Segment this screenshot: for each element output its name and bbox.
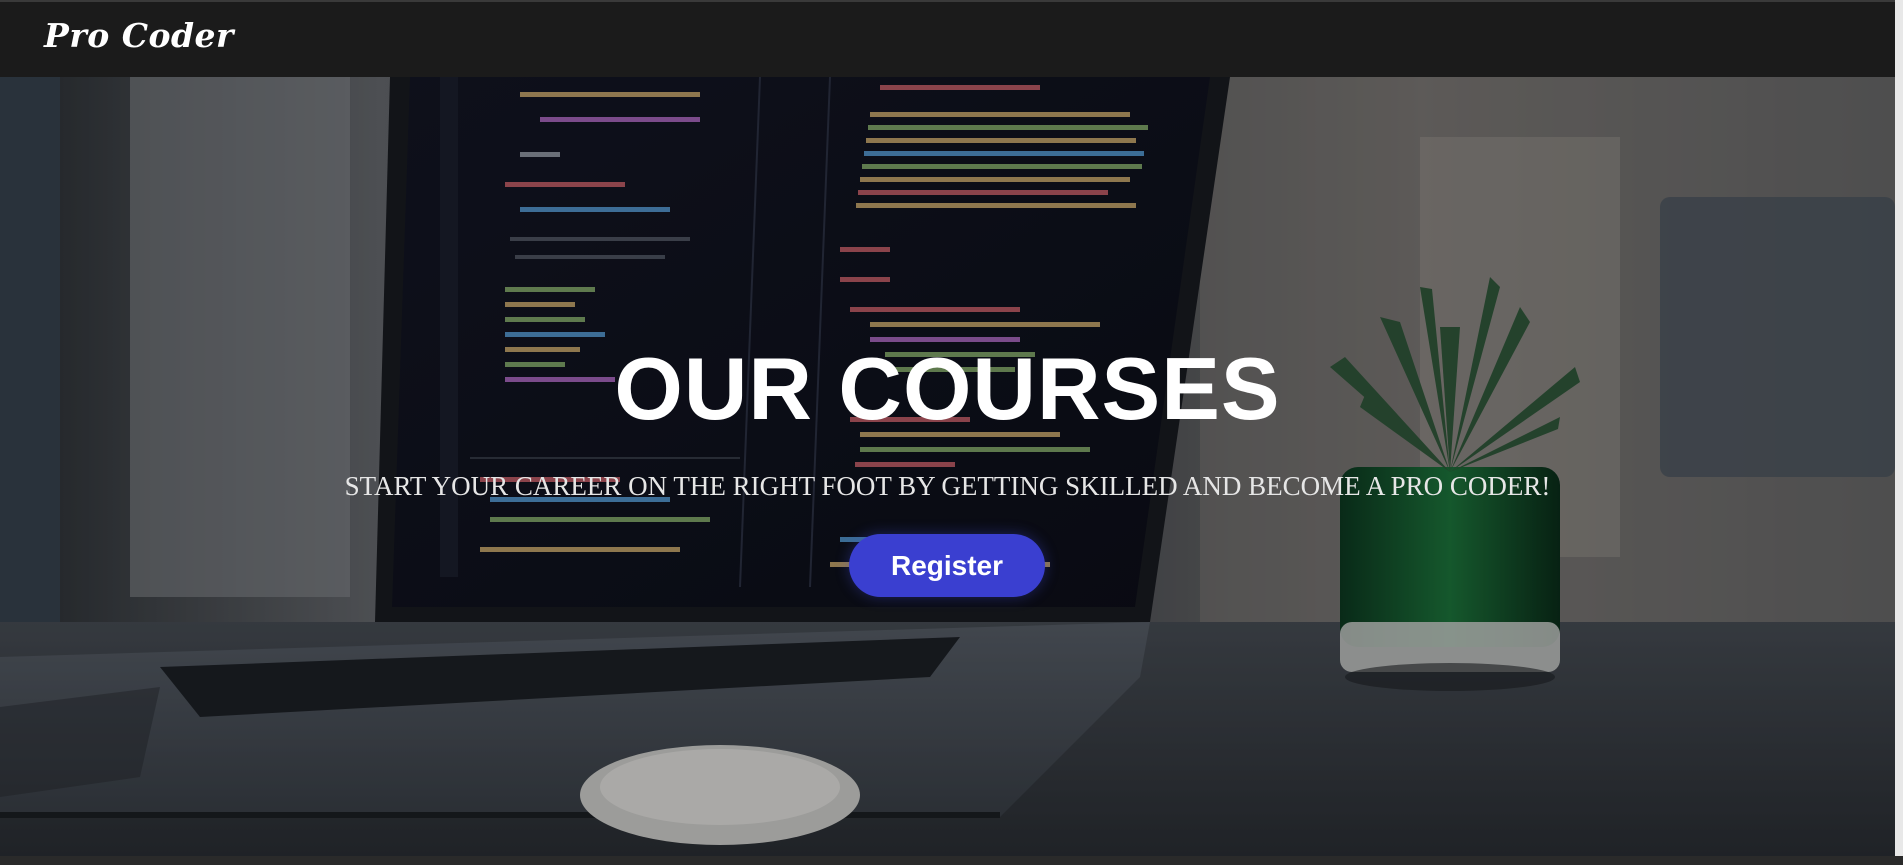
navbar: Pro Coder (0, 0, 1895, 77)
hero-title: OUR COURSES (614, 339, 1281, 438)
vertical-scrollbar[interactable] (1895, 0, 1903, 856)
hero-section: OUR COURSES START YOUR CAREER ON THE RIG… (0, 77, 1895, 856)
hero-subtitle: START YOUR CAREER ON THE RIGHT FOOT BY G… (344, 471, 1551, 501)
register-button[interactable]: Register (849, 534, 1045, 597)
bottom-edge (0, 856, 1903, 865)
brand-logo[interactable]: Pro Coder (44, 16, 234, 56)
hero-overlay (0, 77, 1895, 856)
